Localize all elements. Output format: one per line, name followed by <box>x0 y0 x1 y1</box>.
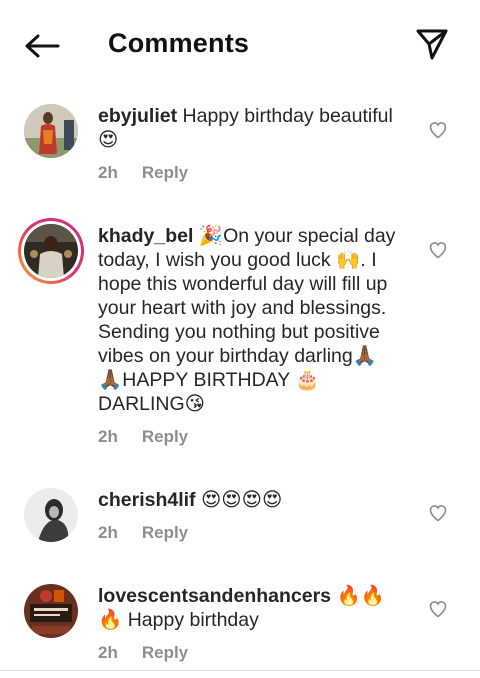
avatar-image <box>24 584 78 638</box>
reply-button[interactable]: Reply <box>142 163 188 182</box>
avatar <box>24 224 78 278</box>
comment-username[interactable]: khady_bel <box>98 225 193 247</box>
heart-icon[interactable] <box>428 503 448 523</box>
comment-meta: 2h Reply <box>98 427 188 447</box>
comment-time: 2h <box>98 163 118 182</box>
comment-time: 2h <box>98 643 118 662</box>
comment-time: 2h <box>98 523 118 542</box>
reply-button[interactable]: Reply <box>142 643 188 662</box>
avatar[interactable] <box>24 488 78 542</box>
reply-button[interactable]: Reply <box>142 427 188 446</box>
comment-meta: 2h Reply <box>98 643 188 663</box>
comment-text: lovescentsandenhancers 🔥🔥 🔥 Happy birthd… <box>98 584 398 632</box>
arrow-left-icon <box>25 34 60 58</box>
page-title: Comments <box>108 28 250 58</box>
paper-plane-icon <box>416 29 448 60</box>
comment-username[interactable]: cherish4lif <box>98 489 196 511</box>
heart-icon[interactable] <box>428 240 448 260</box>
avatar-image <box>24 104 78 158</box>
avatar[interactable] <box>24 104 78 158</box>
heart-icon[interactable] <box>428 599 448 619</box>
comment-meta: 2h Reply <box>98 523 188 543</box>
avatar-image <box>24 488 78 542</box>
comment-meta: 2h Reply <box>98 163 188 183</box>
comment-text: khady_bel 🎉On your special day today, I … <box>98 224 398 416</box>
comment-username[interactable]: lovescentsandenhancers <box>98 585 331 607</box>
comment-body: 😍😍😍😍 <box>195 489 283 511</box>
comment-username[interactable]: ebyjuliet <box>98 105 177 127</box>
reply-button[interactable]: Reply <box>142 523 188 542</box>
comment-text: cherish4lif 😍😍😍😍 <box>98 488 398 512</box>
avatar[interactable] <box>24 584 78 638</box>
avatar-story-ring[interactable] <box>18 218 84 284</box>
comment-text: ebyjuliet Happy birthday beautiful 😍 <box>98 104 398 152</box>
send-button[interactable] <box>410 24 454 64</box>
heart-icon[interactable] <box>428 120 448 140</box>
comment-time: 2h <box>98 427 118 446</box>
comments-header: Comments <box>0 0 480 88</box>
back-button[interactable] <box>20 28 64 64</box>
divider <box>0 670 480 671</box>
avatar-image <box>24 224 78 278</box>
comment-body: 🎉On your special day today, I wish you g… <box>98 225 396 415</box>
